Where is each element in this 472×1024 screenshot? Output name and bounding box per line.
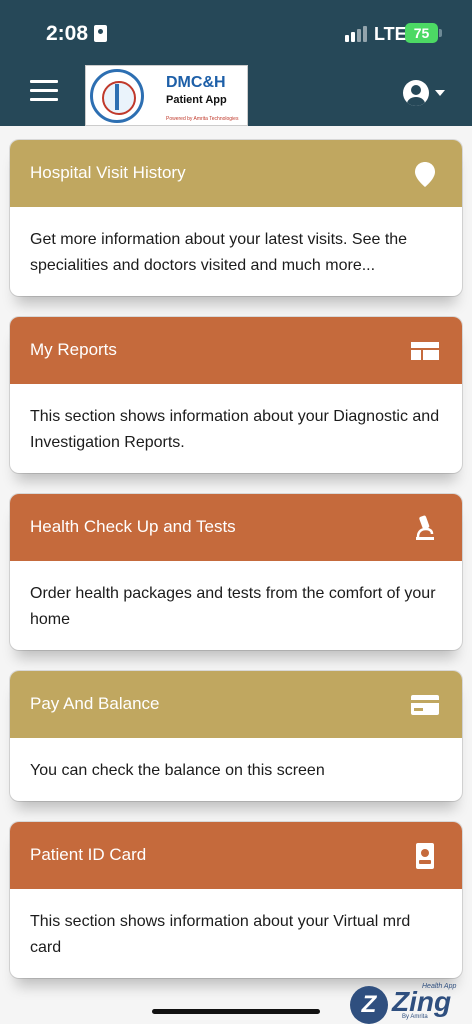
card-hospital-visit-history[interactable]: Hospital Visit History Get more informat… [10, 140, 462, 296]
card-health-check-up[interactable]: Health Check Up and Tests Order health p… [10, 494, 462, 650]
report-layout-icon [411, 342, 439, 360]
battery-icon: 75 [405, 23, 438, 43]
app-logo: DMC&H Patient App Powered by Amrita Tech… [85, 65, 248, 126]
logo-title: DMC&H [166, 74, 226, 91]
card-title: Pay And Balance [30, 694, 160, 713]
college-emblem-icon [90, 69, 144, 123]
card-description: Get more information about your latest v… [30, 231, 408, 274]
card-my-reports[interactable]: My Reports This section shows informatio… [10, 317, 462, 473]
card-title: My Reports [30, 340, 117, 359]
card-header: My Reports [10, 317, 462, 384]
microscope-icon [416, 515, 434, 540]
location-pin-icon [415, 162, 435, 187]
home-indicator[interactable] [152, 1009, 320, 1014]
brand-circle-icon: Z [350, 986, 388, 1024]
card-title: Hospital Visit History [30, 163, 186, 182]
brand-tagline: Health App [422, 983, 457, 990]
card-description: Order health packages and tests from the… [30, 585, 436, 628]
card-title: Health Check Up and Tests [30, 517, 236, 536]
battery-nub [439, 29, 442, 37]
card-header: Health Check Up and Tests [10, 494, 462, 561]
card-description: This section shows information about you… [30, 913, 411, 956]
credit-card-icon [411, 695, 439, 715]
logo-powered-by: Powered by Amrita Technologies [166, 116, 239, 122]
card-pay-and-balance[interactable]: Pay And Balance You can check the balanc… [10, 671, 462, 801]
hamburger-menu-icon[interactable] [30, 80, 58, 102]
card-header: Patient ID Card [10, 822, 462, 889]
brand-by: By Amrita [402, 1014, 428, 1020]
account-circle-icon[interactable] [403, 80, 429, 106]
signal-icon [345, 26, 367, 42]
status-time: 2:08 [46, 22, 89, 45]
network-type: LTE [374, 24, 407, 44]
app-header: 2:08 LTE 75 DMC&H Patient App Powered by… [0, 0, 472, 126]
card-description: You can check the balance on this screen [30, 762, 325, 779]
card-description: This section shows information about you… [30, 408, 440, 451]
chevron-down-icon[interactable] [435, 90, 445, 96]
card-title: Patient ID Card [30, 845, 147, 864]
zing-brand-logo: Z Zing Health App By Amrita [350, 983, 462, 1024]
card-header: Hospital Visit History [10, 140, 462, 207]
id-card-status-icon [94, 25, 107, 42]
card-patient-id[interactable]: Patient ID Card This section shows infor… [10, 822, 462, 978]
logo-subtitle: Patient App [166, 94, 227, 106]
id-badge-icon [416, 843, 434, 869]
card-header: Pay And Balance [10, 671, 462, 738]
